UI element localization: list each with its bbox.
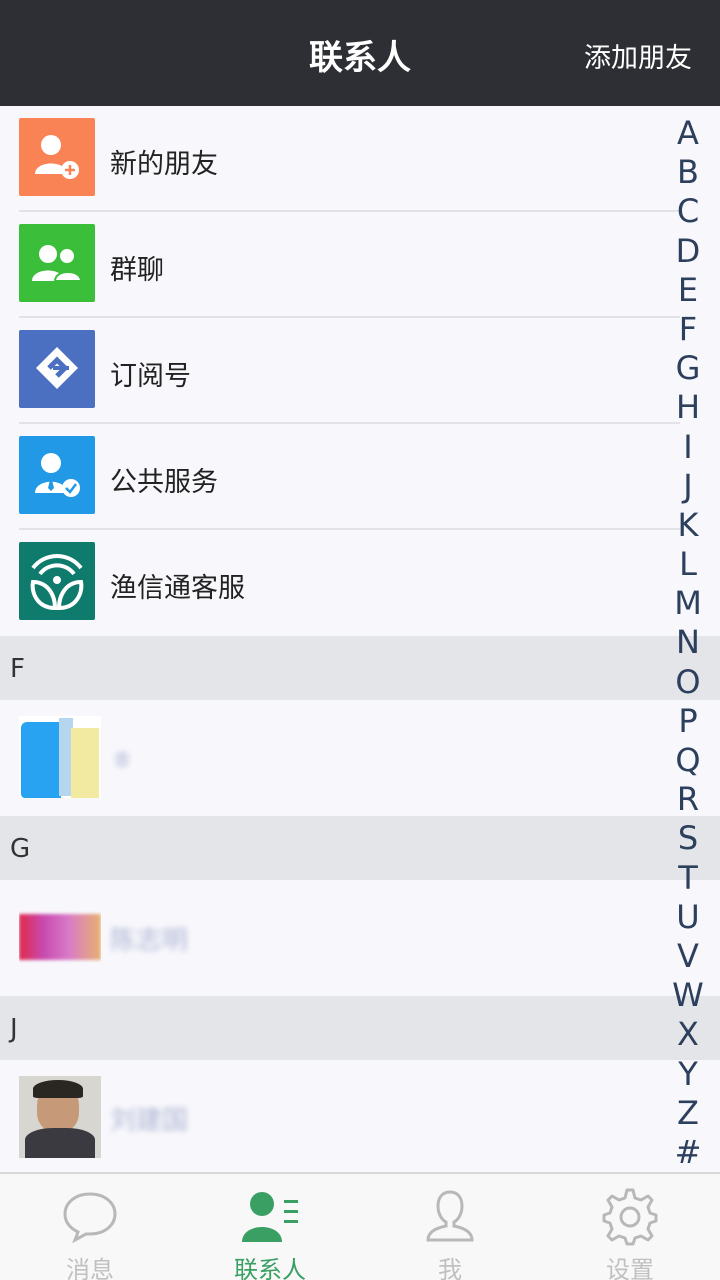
index-letter[interactable]: S (668, 819, 708, 858)
person-icon (426, 1190, 474, 1242)
tab-label: 设置 (606, 1256, 654, 1280)
add-user-icon (19, 118, 95, 196)
index-letter[interactable]: L (668, 545, 708, 584)
index-letter[interactable]: T (668, 859, 708, 898)
contact-item[interactable]: ㅎ (0, 700, 680, 816)
avatar (19, 1076, 101, 1158)
group-chat-row[interactable]: 群聊 (0, 212, 680, 318)
index-letter[interactable]: Y (668, 1055, 708, 1094)
avatar (19, 716, 101, 798)
chat-bubble-icon (63, 1192, 117, 1244)
row-label: 新的朋友 (110, 149, 218, 180)
verified-user-icon (19, 436, 95, 514)
tab-messages[interactable]: 消息 (0, 1174, 180, 1280)
tab-settings[interactable]: 设置 (540, 1174, 720, 1280)
index-letter[interactable]: M (668, 584, 708, 623)
index-letter[interactable]: X (668, 1015, 708, 1054)
index-letter[interactable]: O (668, 663, 708, 702)
index-letter[interactable]: A (668, 114, 708, 153)
contact-list[interactable]: 新的朋友 群聊 订阅号 公共服务 渔信通客服 F ㅎ G 陈志明 J 刘建国 (0, 106, 720, 1172)
tab-bar: 消息 联系人 我 设置 (0, 1172, 720, 1280)
row-label: 公共服务 (110, 467, 218, 498)
index-letter[interactable]: E (668, 271, 708, 310)
index-letter[interactable]: B (668, 153, 708, 192)
index-letter[interactable]: W (668, 976, 708, 1015)
row-label: 群聊 (110, 255, 164, 286)
index-letter[interactable]: Q (668, 741, 708, 780)
row-label: 订阅号 (110, 361, 191, 392)
tab-label: 我 (438, 1256, 462, 1280)
index-letter[interactable]: I (668, 428, 708, 467)
row-label: 渔信通客服 (110, 573, 245, 604)
index-letter[interactable]: K (668, 506, 708, 545)
section-header-j: J (0, 996, 720, 1060)
avatar (19, 896, 101, 978)
contact-name: 陈志明 (110, 926, 189, 956)
public-service-row[interactable]: 公共服务 (0, 424, 680, 530)
index-letter[interactable]: U (668, 898, 708, 937)
contacts-icon (242, 1192, 298, 1242)
section-header-f: F (0, 636, 720, 700)
tab-contacts[interactable]: 联系人 (180, 1174, 360, 1280)
contact-item[interactable]: 陈志明 (0, 880, 680, 996)
section-header-g: G (0, 816, 720, 880)
new-friends-row[interactable]: 新的朋友 (0, 106, 680, 212)
tab-label: 消息 (66, 1256, 114, 1280)
index-letter[interactable]: Z (668, 1094, 708, 1133)
index-letter[interactable]: G (668, 349, 708, 388)
index-letter[interactable]: F (668, 310, 708, 349)
index-letter[interactable]: R (668, 780, 708, 819)
group-icon (19, 224, 95, 302)
index-letter[interactable]: H (668, 388, 708, 427)
tab-label: 联系人 (234, 1256, 306, 1280)
index-letter[interactable]: N (668, 623, 708, 662)
index-letter[interactable]: P (668, 702, 708, 741)
section-letter: J (10, 1014, 18, 1044)
subscription-icon (19, 330, 95, 408)
top-bar: 联系人 添加朋友 (0, 0, 720, 106)
index-letter[interactable]: C (668, 192, 708, 231)
fishery-service-row[interactable]: 渔信通客服 (0, 530, 680, 636)
index-letter[interactable]: # (668, 1133, 708, 1172)
section-letter: F (10, 654, 25, 684)
fishery-service-logo (19, 542, 95, 620)
gear-icon (602, 1188, 658, 1246)
contact-name: 刘建国 (110, 1106, 189, 1136)
index-letter[interactable]: V (668, 937, 708, 976)
add-friend-button[interactable]: 添加朋友 (584, 36, 692, 75)
contact-name: ㅎ (110, 746, 134, 776)
section-letter: G (10, 834, 31, 864)
tab-me[interactable]: 我 (360, 1174, 540, 1280)
index-letter[interactable]: J (668, 467, 708, 506)
subscriptions-row[interactable]: 订阅号 (0, 318, 680, 424)
contact-item[interactable]: 刘建国 (0, 1060, 680, 1172)
alphabet-index[interactable]: A B C D E F G H I J K L M N O P Q R S T U V W X Y Z # (668, 114, 708, 1172)
index-letter[interactable]: D (668, 232, 708, 271)
